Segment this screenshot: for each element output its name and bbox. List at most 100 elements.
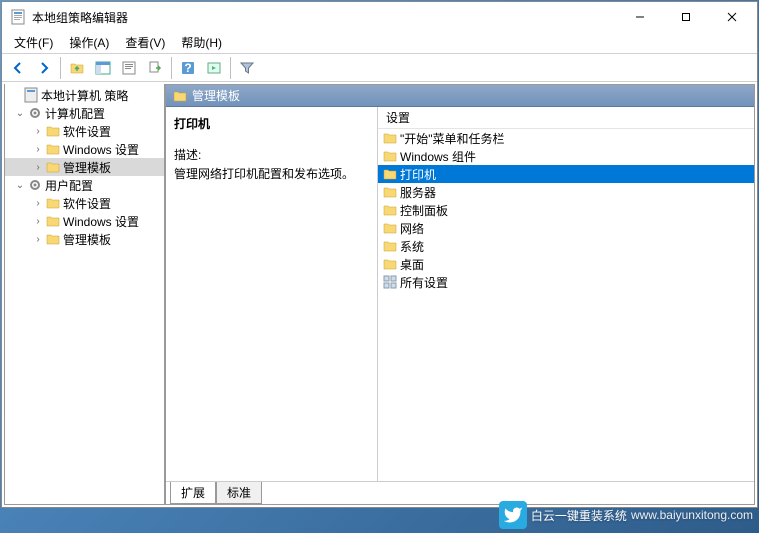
list-item[interactable]: 打印机 <box>378 165 754 183</box>
folder-icon <box>45 231 61 247</box>
selected-item-name: 打印机 <box>174 115 369 132</box>
folder-icon <box>382 166 398 182</box>
close-button[interactable] <box>709 2 755 32</box>
toolbar: ? <box>2 54 757 82</box>
properties-button[interactable] <box>117 56 141 80</box>
up-button[interactable] <box>65 56 89 80</box>
action-button[interactable] <box>202 56 226 80</box>
folder-icon <box>45 195 61 211</box>
folder-icon <box>382 202 398 218</box>
window-title: 本地组策略编辑器 <box>32 9 617 26</box>
tab-standard[interactable]: 标准 <box>216 482 262 504</box>
list-column-header[interactable]: 设置 <box>378 107 754 129</box>
folder-icon <box>45 141 61 157</box>
menubar: 文件(F) 操作(A) 查看(V) 帮助(H) <box>2 32 757 54</box>
expand-icon[interactable]: › <box>31 162 45 173</box>
list-item[interactable]: Windows 组件 <box>378 147 754 165</box>
list-item-label: 系统 <box>400 238 424 255</box>
tree-computer-windows[interactable]: › Windows 设置 <box>5 140 164 158</box>
list-item[interactable]: 桌面 <box>378 255 754 273</box>
description-label: 描述: <box>174 146 369 163</box>
list-item-label: "开始"菜单和任务栏 <box>400 130 505 147</box>
gear-icon <box>27 105 43 121</box>
menu-view[interactable]: 查看(V) <box>117 32 173 53</box>
folder-icon <box>45 123 61 139</box>
watermark-url: www.baiyunxitong.com <box>631 508 753 522</box>
menu-help[interactable]: 帮助(H) <box>173 32 230 53</box>
list-item-label: 桌面 <box>400 256 424 273</box>
help-button[interactable]: ? <box>176 56 200 80</box>
tree-label: 软件设置 <box>63 123 111 140</box>
tree-computer-config[interactable]: ⌄ 计算机配置 <box>5 104 164 122</box>
tree-user-windows[interactable]: › Windows 设置 <box>5 212 164 230</box>
expand-icon[interactable]: ⌄ <box>13 180 27 191</box>
tree-user-software[interactable]: › 软件设置 <box>5 194 164 212</box>
tree-pane[interactable]: 本地计算机 策略 ⌄计算机配置 ›软件设置 ›Windows 设置 ›管理模板 … <box>4 84 165 505</box>
minimize-button[interactable] <box>617 2 663 32</box>
content-header: 管理模板 <box>166 85 754 107</box>
description-text: 管理网络打印机配置和发布选项。 <box>174 165 369 182</box>
maximize-button[interactable] <box>663 2 709 32</box>
folder-icon <box>45 159 61 175</box>
list-item-label: Windows 组件 <box>400 148 476 165</box>
folder-icon <box>382 256 398 272</box>
folder-icon <box>172 88 188 104</box>
watermark: 白云一键重装系统 www.baiyunxitong.com <box>499 501 753 529</box>
settings-list-icon <box>382 274 398 290</box>
show-hide-tree-button[interactable] <box>91 56 115 80</box>
folder-icon <box>382 238 398 254</box>
list-item[interactable]: "开始"菜单和任务栏 <box>378 129 754 147</box>
tree-label: 用户配置 <box>45 177 93 194</box>
tree-label: Windows 设置 <box>63 141 139 158</box>
export-button[interactable] <box>143 56 167 80</box>
separator <box>171 57 172 79</box>
list-item-label: 服务器 <box>400 184 436 201</box>
filter-button[interactable] <box>235 56 259 80</box>
description-pane: 打印机 描述: 管理网络打印机配置和发布选项。 <box>166 107 378 481</box>
tab-extended[interactable]: 扩展 <box>170 482 216 504</box>
tree-computer-software[interactable]: › 软件设置 <box>5 122 164 140</box>
folder-icon <box>382 184 398 200</box>
folder-icon <box>382 148 398 164</box>
tree-computer-admin-templates[interactable]: › 管理模板 <box>5 158 164 176</box>
list-item-label: 网络 <box>400 220 424 237</box>
back-button[interactable] <box>6 56 30 80</box>
tree-root[interactable]: 本地计算机 策略 <box>5 86 164 104</box>
expand-icon[interactable]: › <box>31 144 45 155</box>
forward-button[interactable] <box>32 56 56 80</box>
content-header-title: 管理模板 <box>192 87 240 104</box>
expand-icon[interactable]: › <box>31 198 45 209</box>
tree-label: 软件设置 <box>63 195 111 212</box>
list-item-label: 所有设置 <box>400 274 448 291</box>
separator <box>60 57 61 79</box>
watermark-text: 白云一键重装系统 <box>531 507 627 524</box>
tree-label: 管理模板 <box>63 159 111 176</box>
separator <box>230 57 231 79</box>
tree-user-admin-templates[interactable]: ›管理模板 <box>5 230 164 248</box>
expand-icon[interactable]: › <box>31 216 45 227</box>
expand-icon[interactable]: › <box>31 234 45 245</box>
tree-label: 计算机配置 <box>45 105 105 122</box>
watermark-logo-icon <box>499 501 527 529</box>
list-item-label: 打印机 <box>400 166 436 183</box>
list-item[interactable]: 所有设置 <box>378 273 754 291</box>
tree-root-label: 本地计算机 策略 <box>41 87 128 104</box>
tree-label: Windows 设置 <box>63 213 139 230</box>
expand-icon[interactable]: › <box>31 126 45 137</box>
list-item[interactable]: 服务器 <box>378 183 754 201</box>
folder-icon <box>45 213 61 229</box>
folder-icon <box>382 220 398 236</box>
settings-list[interactable]: 设置 "开始"菜单和任务栏Windows 组件打印机服务器控制面板网络系统桌面所… <box>378 107 754 481</box>
tree-user-config[interactable]: ⌄ 用户配置 <box>5 176 164 194</box>
app-icon <box>10 9 26 25</box>
titlebar: 本地组策略编辑器 <box>2 2 757 32</box>
expand-icon[interactable]: ⌄ <box>13 108 27 119</box>
menu-file[interactable]: 文件(F) <box>6 32 61 53</box>
list-item[interactable]: 控制面板 <box>378 201 754 219</box>
list-item-label: 控制面板 <box>400 202 448 219</box>
svg-text:?: ? <box>184 61 191 75</box>
list-item[interactable]: 系统 <box>378 237 754 255</box>
menu-action[interactable]: 操作(A) <box>61 32 117 53</box>
list-item[interactable]: 网络 <box>378 219 754 237</box>
folder-icon <box>382 130 398 146</box>
